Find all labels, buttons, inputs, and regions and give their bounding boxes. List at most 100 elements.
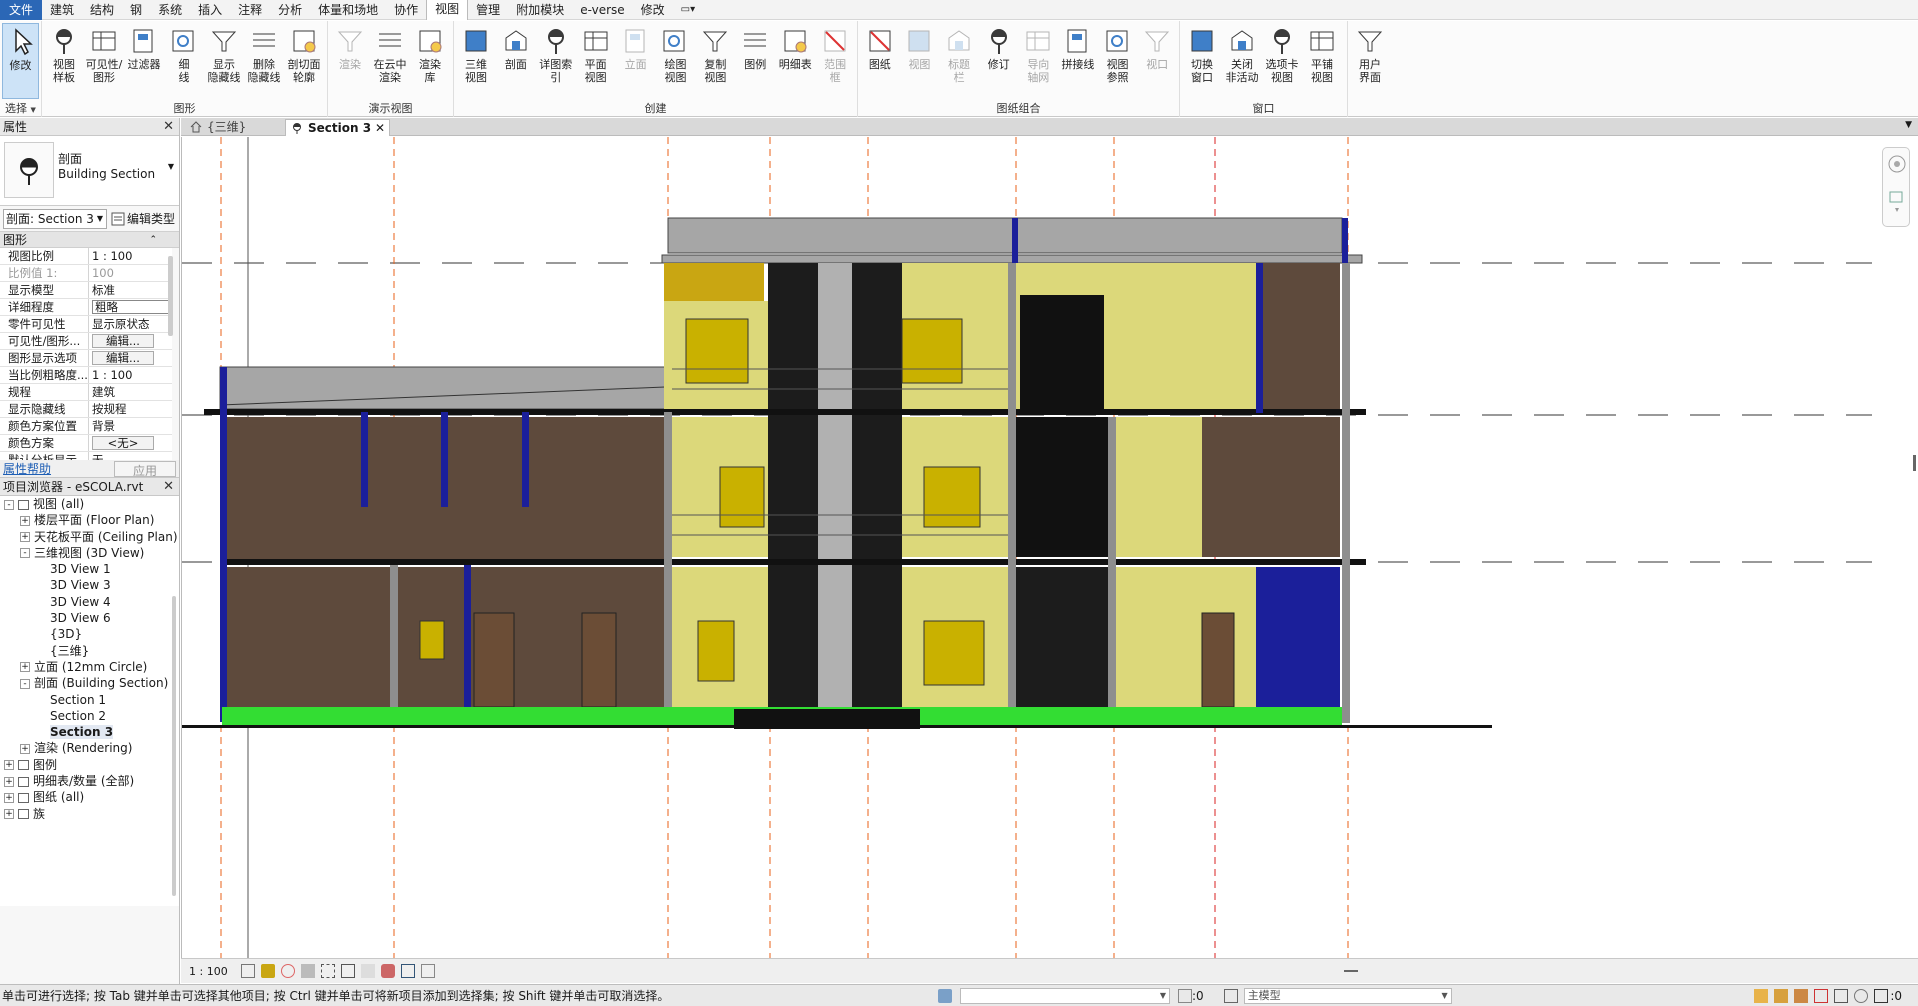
ribbon-button-create-2[interactable]: 详图索引 (536, 23, 576, 99)
ribbon-button-create-6[interactable]: 复制 视图 (695, 23, 735, 99)
property-row[interactable]: 规程 建筑 (0, 383, 172, 401)
menu-tab-13[interactable]: e-verse (572, 0, 632, 20)
ribbon-button-graphics-3[interactable]: 细 线 (164, 23, 204, 99)
expand-icon[interactable]: + (4, 760, 14, 771)
menu-tab-2[interactable]: 结构 (82, 0, 122, 20)
visual-style-icon[interactable] (261, 964, 275, 978)
reveal-hidden-icon[interactable] (381, 964, 395, 978)
tab-3d-view[interactable]: {三维} (185, 119, 285, 136)
menu-tab-0[interactable]: 文件 (0, 0, 43, 20)
ribbon-button-presentation-0[interactable]: 渲染 (330, 23, 370, 99)
instance-filter-select[interactable]: 剖面: Section 3 ▼ (3, 208, 107, 229)
property-row[interactable]: 当比例粗略度... 1 : 100 (0, 366, 172, 384)
ribbon-button-sheet-7[interactable]: 视口 (1137, 23, 1177, 99)
temporary-hide-icon[interactable] (361, 964, 375, 978)
ribbon-button-graphics-6[interactable]: 剖切面 轮廓 (284, 23, 324, 99)
menu-tab-5[interactable]: 插入 (190, 0, 230, 20)
ribbon-button-presentation-1[interactable]: 在云中 渲染 (370, 23, 410, 99)
view-scale[interactable]: 1 : 100 (189, 965, 235, 978)
tree-item[interactable]: + 楼层平面 (Floor Plan) (0, 512, 179, 528)
property-value[interactable]: 编辑... (87, 332, 172, 350)
menu-tab-7[interactable]: 分析 (270, 0, 310, 20)
tree-item[interactable]: {3D} (0, 626, 179, 642)
property-value[interactable]: 100 (87, 264, 172, 282)
properties-help-link[interactable]: 属性帮助 (3, 460, 51, 477)
filter-icon[interactable] (1178, 988, 1192, 1003)
property-row[interactable]: 可见性/图形... 编辑... (0, 332, 172, 350)
ribbon-button-window-2[interactable]: 选项卡 视图 (1262, 23, 1302, 99)
quick-access-dropdown-icon[interactable]: ▭▾ (673, 0, 703, 20)
ribbon-button-graphics-1[interactable]: 可见性/ 图形 (84, 23, 124, 99)
property-row[interactable]: 显示模型 标准 (0, 281, 172, 299)
constraints-icon[interactable] (421, 964, 435, 978)
ribbon-button-window-0[interactable]: 切换 窗口 (1182, 23, 1222, 99)
property-value[interactable]: 无 (87, 451, 172, 460)
ribbon-button-graphics-5[interactable]: 删除 隐藏线 (244, 23, 284, 99)
properties-scrollbar[interactable] (168, 256, 173, 336)
navigation-bar[interactable] (1882, 147, 1910, 227)
tree-item[interactable]: + 明细表/数量 (全部) (0, 773, 179, 789)
tree-item[interactable]: + 天花板平面 (Ceiling Plan) (0, 529, 179, 545)
ribbon-button-sheet-3[interactable]: 修订 (979, 23, 1019, 99)
tree-item[interactable]: - 三维视图 (3D View) (0, 545, 179, 561)
property-row[interactable]: 视图比例 1 : 100 (0, 248, 172, 265)
ribbon-button-sheet-0[interactable]: 图纸 (860, 23, 900, 99)
edit-type-button[interactable]: 编辑类型 (111, 210, 175, 227)
filter-status-icon[interactable] (1874, 988, 1889, 1003)
ribbon-button-graphics-4[interactable]: 显示 隐藏线 (204, 23, 244, 99)
expand-icon[interactable]: + (4, 809, 14, 820)
ribbon-button-sheet-5[interactable]: 拼接线 (1058, 23, 1098, 99)
tree-item[interactable]: Section 1 (0, 692, 179, 708)
menu-tab-12[interactable]: 附加模块 (508, 0, 572, 20)
tree-item[interactable]: Section 3 (0, 724, 179, 740)
tree-item[interactable]: + 图例 (0, 757, 179, 773)
property-value[interactable]: 编辑... (87, 349, 172, 367)
property-value[interactable]: 背景 (87, 417, 172, 435)
property-value[interactable]: 建筑 (87, 383, 172, 401)
collapse-icon[interactable]: ⌃ (149, 232, 157, 248)
tabs-dropdown-icon[interactable]: ▼ (1905, 120, 1912, 130)
ribbon-button-create-4[interactable]: 立面 (616, 23, 656, 99)
canvas-scroll-indicator[interactable] (1913, 455, 1916, 471)
property-row[interactable]: 详细程度 粗略 (0, 298, 172, 316)
tab-section-3[interactable]: Section 3 ✕ (285, 119, 390, 136)
ribbon-button-create-9[interactable]: 范围 框 (815, 23, 855, 99)
tree-item[interactable]: + 族 (0, 806, 179, 822)
type-selector[interactable]: 剖面 Building Section ▼ (0, 136, 179, 206)
workset-select[interactable]: ▼ (960, 987, 1170, 1004)
shadows-icon[interactable] (301, 964, 315, 978)
ribbon-button-window-1[interactable]: 关闭 非活动 (1222, 23, 1262, 99)
property-row[interactable]: 比例值 1: 100 (0, 264, 172, 282)
ribbon-button-create-5[interactable]: 绘图 视图 (656, 23, 696, 99)
background-process-icon[interactable] (1854, 988, 1869, 1003)
property-value[interactable]: 按规程 (87, 400, 172, 418)
ribbon-button-create-0[interactable]: 三维 视图 (456, 23, 496, 99)
expand-icon[interactable]: + (4, 776, 14, 787)
select-underlay-icon[interactable] (1774, 988, 1789, 1003)
select-links-icon[interactable] (1754, 988, 1769, 1003)
tree-item[interactable]: + 图纸 (all) (0, 789, 179, 805)
ribbon-button-create-3[interactable]: 平面 视图 (576, 23, 616, 99)
tree-item[interactable]: 3D View 3 (0, 577, 179, 593)
expand-icon[interactable]: + (20, 743, 30, 754)
tab-close-icon[interactable]: ✕ (375, 120, 385, 137)
property-row[interactable]: 默认分析显示... 无 (0, 451, 172, 460)
collapse-icon[interactable]: - (20, 548, 30, 559)
ribbon-button-create-1[interactable]: 剖面 (496, 23, 536, 99)
collapse-icon[interactable]: - (4, 499, 14, 510)
property-row[interactable]: 零件可见性 显示原状态 (0, 315, 172, 333)
ribbon-button-sheet-6[interactable]: 视图 参照 (1098, 23, 1138, 99)
menu-tab-10[interactable]: 视图 (426, 0, 469, 20)
property-value[interactable]: 粗略 (87, 298, 172, 316)
property-value[interactable]: 1 : 100 (87, 366, 172, 384)
ribbon-button-window-3[interactable]: 平铺 视图 (1302, 23, 1342, 99)
property-value[interactable]: 1 : 100 (87, 248, 172, 265)
menu-tab-4[interactable]: 系统 (150, 0, 190, 20)
expand-icon[interactable]: + (4, 792, 14, 803)
menu-tab-8[interactable]: 体量和场地 (310, 0, 386, 20)
tree-item[interactable]: {三维} (0, 643, 179, 659)
properties-close-icon[interactable]: ✕ (163, 118, 174, 136)
apply-button[interactable]: 应用 (114, 460, 176, 478)
menu-tab-14[interactable]: 修改 (633, 0, 673, 20)
menu-tab-1[interactable]: 建筑 (42, 0, 82, 20)
